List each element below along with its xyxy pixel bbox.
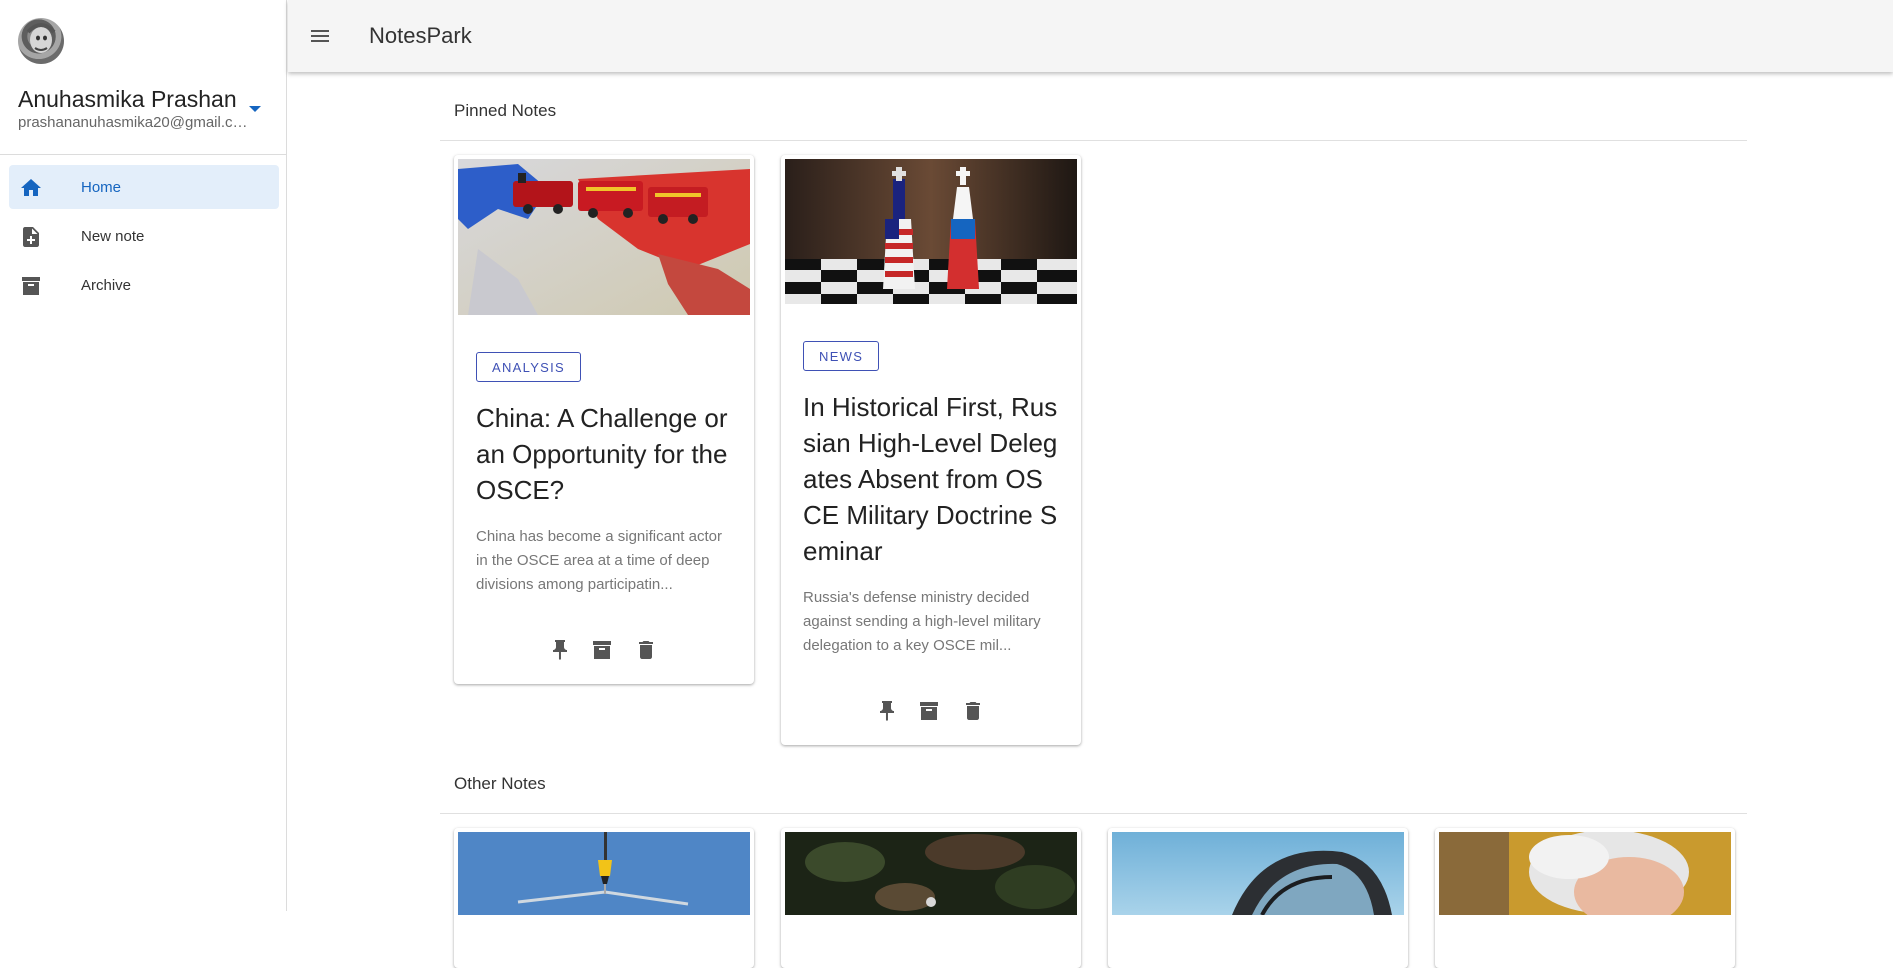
note-image-train-map bbox=[458, 159, 750, 315]
section-divider bbox=[440, 813, 1747, 814]
note-tag-chip[interactable]: NEWS bbox=[803, 341, 880, 371]
note-actions bbox=[781, 697, 1081, 725]
section-divider bbox=[440, 140, 1747, 141]
pinned-notes-heading: Pinned Notes bbox=[454, 101, 557, 120]
avatar[interactable] bbox=[18, 18, 64, 64]
note-excerpt: China has become a significant actor in … bbox=[476, 528, 722, 593]
sidebar-item-label: Home bbox=[81, 179, 122, 196]
sidebar-item-label: New note bbox=[81, 228, 145, 245]
archive-icon[interactable] bbox=[917, 699, 941, 723]
note-add-icon bbox=[23, 227, 39, 247]
account-dropdown-icon[interactable] bbox=[249, 106, 261, 112]
pin-icon[interactable] bbox=[875, 699, 899, 723]
note-tag-chip[interactable]: ANALYSIS bbox=[476, 352, 582, 382]
note-image-jet-cockpit bbox=[1112, 832, 1404, 915]
note-image-soldiers bbox=[785, 832, 1077, 915]
note-excerpt: Russia's defense ministry decided agains… bbox=[803, 589, 1041, 654]
top-app-bar: NotesPark bbox=[288, 0, 1893, 72]
note-card[interactable]: ANALYSIS China: A Challenge or an Opport… bbox=[454, 155, 754, 684]
app-title: NotesPark bbox=[369, 23, 472, 48]
note-card[interactable]: NEWS In Historical First, Russian High-L… bbox=[781, 155, 1081, 745]
other-notes-heading: Other Notes bbox=[454, 774, 546, 793]
pin-icon[interactable] bbox=[548, 638, 572, 662]
sidebar: Anuhasmika Prashan prashananuhasmika20@g… bbox=[0, 0, 287, 911]
note-title: China: A Challenge or an Opportunity for… bbox=[476, 403, 728, 505]
note-card[interactable] bbox=[781, 828, 1081, 968]
delete-icon[interactable] bbox=[634, 638, 658, 662]
user-email: prashananuhasmika20@gmail.com bbox=[18, 114, 248, 131]
delete-icon[interactable] bbox=[961, 699, 985, 723]
archive-icon[interactable] bbox=[590, 638, 614, 662]
note-title: In Historical First, Russian High-Level … bbox=[803, 392, 1058, 566]
note-actions bbox=[454, 636, 754, 664]
note-image-portrait bbox=[1439, 832, 1731, 915]
note-card[interactable] bbox=[454, 828, 754, 968]
sidebar-item-new-note[interactable]: New note bbox=[9, 214, 279, 258]
sidebar-item-home[interactable]: Home bbox=[9, 165, 279, 209]
note-image-crane bbox=[458, 832, 750, 915]
note-image-chess-kings bbox=[785, 159, 1077, 304]
user-name: Anuhasmika Prashan bbox=[18, 86, 237, 112]
archive-icon bbox=[22, 277, 40, 295]
sidebar-item-label: Archive bbox=[81, 277, 132, 294]
note-card[interactable] bbox=[1108, 828, 1408, 968]
menu-icon[interactable] bbox=[308, 24, 332, 48]
sidebar-item-archive[interactable]: Archive bbox=[9, 263, 279, 307]
note-card[interactable] bbox=[1435, 828, 1735, 968]
sidebar-nav: Home New note Archive bbox=[9, 165, 279, 312]
home-icon bbox=[21, 179, 41, 196]
sidebar-divider bbox=[0, 154, 286, 155]
